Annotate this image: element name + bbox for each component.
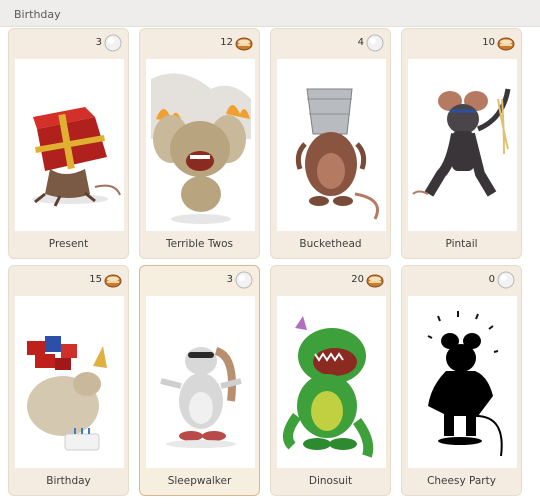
cheese-bowl-icon <box>235 37 253 51</box>
silver-orb-icon <box>497 271 515 289</box>
terrible-twos-mouse-illustration <box>151 73 251 224</box>
mouse-image <box>277 296 386 468</box>
mouse-name: Cheesy Party <box>427 475 496 487</box>
mouse-card-dinosuit[interactable]: 20 Dinosuit <box>270 265 391 496</box>
catch-count: 10 <box>482 37 495 48</box>
mouse-card-birthday[interactable]: 15 Birthday <box>8 265 129 496</box>
mouse-image <box>146 59 255 231</box>
silver-orb-icon <box>366 34 384 52</box>
mouse-card-present[interactable]: 3 Present <box>8 28 129 259</box>
collection-title: Birthday <box>14 8 61 21</box>
mouse-card-sleepwalker[interactable]: 3 Sleepwalker <box>139 265 260 496</box>
catch-count: 20 <box>351 274 364 285</box>
mouse-name: Sleepwalker <box>167 475 232 487</box>
birthday-mouse-illustration <box>27 336 107 451</box>
silver-orb-icon <box>104 34 122 52</box>
mouse-image <box>146 296 255 468</box>
pintail-mouse-illustration <box>412 88 511 197</box>
sleepwalker-mouse-illustration <box>160 347 242 448</box>
catch-count: 0 <box>488 274 495 285</box>
mouse-card-cheesy-party[interactable]: 0 Cheesy Party <box>401 265 522 496</box>
mouse-image <box>15 59 124 231</box>
catch-count: 15 <box>89 274 102 285</box>
catch-count: 12 <box>220 37 233 48</box>
catch-count: 3 <box>95 37 102 48</box>
dinosuit-mouse-illustration <box>283 316 374 458</box>
collection-header: Birthday <box>0 0 540 27</box>
mouse-name: Pintail <box>445 238 478 250</box>
mouse-name: Birthday <box>46 475 91 487</box>
mouse-name: Buckethead <box>299 238 362 250</box>
mouse-name: Present <box>48 238 89 250</box>
buckethead-mouse-illustration <box>295 88 379 220</box>
mouse-card-pintail[interactable]: 10 Pintail <box>401 28 522 259</box>
catch-count: 3 <box>226 274 233 285</box>
catch-count: 4 <box>357 37 364 48</box>
mouse-image <box>15 296 124 468</box>
mouse-name: Terrible Twos <box>166 238 233 250</box>
mouse-image <box>277 59 386 231</box>
cheese-bowl-icon <box>104 274 122 288</box>
silver-orb-icon <box>235 271 253 289</box>
cheese-bowl-icon <box>366 274 384 288</box>
mouse-name: Dinosuit <box>308 475 353 487</box>
mouse-image <box>408 59 517 231</box>
mouse-card-grid: 3 Present 12 Terrible Twos 4 Buckethead … <box>8 28 536 500</box>
mouse-card-buckethead[interactable]: 4 Buckethead <box>270 28 391 259</box>
present-mouse-illustration <box>32 107 121 207</box>
mouse-image <box>408 296 517 468</box>
mouse-card-terrible-twos[interactable]: 12 Terrible Twos <box>139 28 260 259</box>
cheese-bowl-icon <box>497 37 515 51</box>
cheesy-party-silhouette-illustration <box>427 311 503 457</box>
